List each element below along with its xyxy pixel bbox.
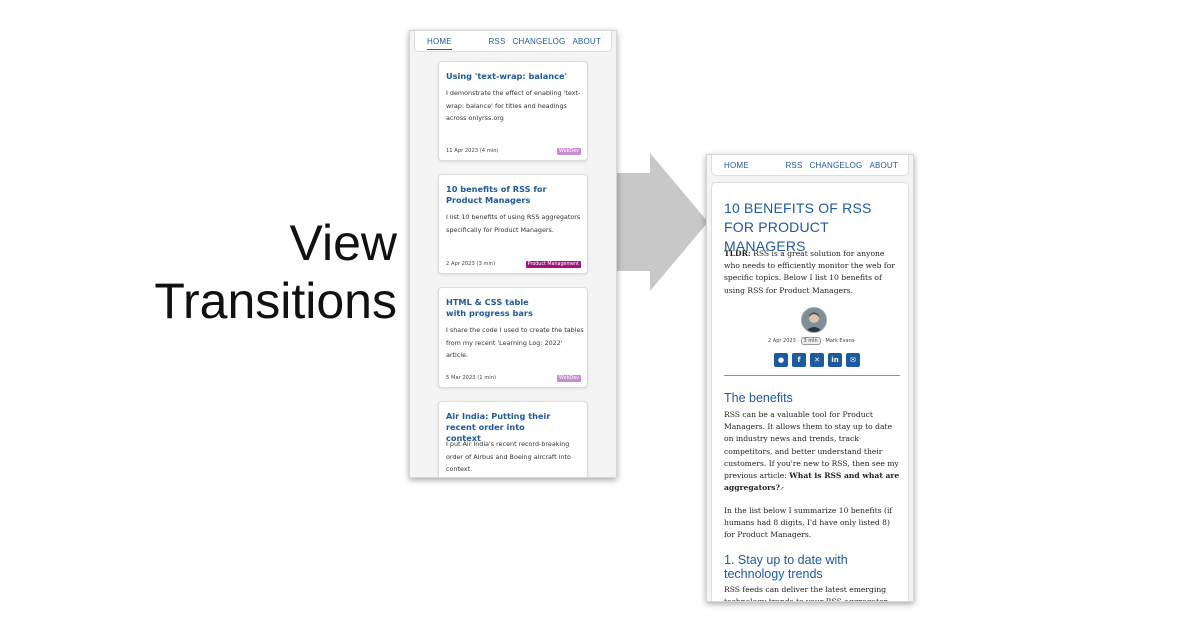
headline-transitions: Transitions <box>154 273 397 329</box>
nav-home-link[interactable]: HOME <box>427 37 452 50</box>
nav-rss-link[interactable]: RSS <box>488 37 505 46</box>
article-card[interactable]: 10 benefits of RSS for Product Managers … <box>438 174 588 274</box>
card-title[interactable]: Using 'text-wrap: balance' <box>446 71 584 82</box>
top-nav: HOME RSS CHANGELOG ABOUT <box>414 31 612 52</box>
reading-time-badge: 3 min <box>800 337 821 345</box>
divider <box>724 375 900 376</box>
card-tag-badge[interactable]: WebDev <box>557 148 581 155</box>
reddit-share-icon[interactable]: ● <box>774 353 788 367</box>
headline-view: View <box>289 215 397 271</box>
article-date: 2 Apr 2023 · <box>768 338 799 344</box>
nav-rss-link[interactable]: RSS <box>785 161 802 170</box>
nav-home-link[interactable]: HOME <box>724 161 749 170</box>
card-description: I demonstrate the effect of enabling 'te… <box>446 89 581 122</box>
card-date: 2 Apr 2023 (3 min) <box>446 261 496 267</box>
heading-stay-up-to-date: 1. Stay up to date with technology trend… <box>724 553 848 581</box>
x-share-icon[interactable]: ✕ <box>810 353 824 367</box>
phone-article-view: HOME RSS CHANGELOG ABOUT 10 BENEFITS OF … <box>706 154 914 602</box>
card-description: I list 10 benefits of using RSS aggregat… <box>446 213 581 234</box>
card-title[interactable]: HTML & CSS table with progress bars <box>446 297 536 319</box>
paragraph-trends: RSS feeds can deliver the latest emergin… <box>724 585 889 602</box>
email-share-icon[interactable]: ✉ <box>846 353 860 367</box>
paragraph-summary: In the list below I summarize 10 benefit… <box>724 506 893 540</box>
author-name[interactable]: · Mark Evans· <box>822 338 856 344</box>
top-nav: HOME RSS CHANGELOG ABOUT <box>711 155 909 176</box>
nav-changelog-link[interactable]: CHANGELOG <box>810 161 863 170</box>
card-description: I share the code I used to create the ta… <box>446 326 584 359</box>
author-avatar <box>801 307 827 333</box>
facebook-share-icon[interactable]: f <box>792 353 806 367</box>
linkedin-share-icon[interactable]: in <box>828 353 842 367</box>
article-meta: 2 Apr 2023 · 3 min · Mark Evans· <box>724 337 900 345</box>
article-card[interactable]: Using 'text-wrap: balance' I demonstrate… <box>438 61 588 161</box>
card-tag-badge[interactable]: WebDev <box>557 375 581 382</box>
nav-changelog-link[interactable]: CHANGELOG <box>513 37 566 46</box>
nav-about-link[interactable]: ABOUT <box>572 37 601 46</box>
external-link-icon: ↗ <box>779 486 785 493</box>
card-date: 11 Apr 2023 (4 min) <box>446 148 499 154</box>
paragraph-intro-text: RSS can be a valuable tool for Product M… <box>724 410 899 481</box>
article-tldr: TLDR: RSS is a great solution for anyone… <box>724 248 900 297</box>
card-description: I put Air India's recent record-breaking… <box>446 440 571 473</box>
phone-home-list: HOME RSS CHANGELOG ABOUT Using 'text-wra… <box>409 30 617 478</box>
heading-the-benefits: The benefits <box>724 391 793 405</box>
nav-about-link[interactable]: ABOUT <box>869 161 898 170</box>
card-date: 5 Mar 2023 (1 min) <box>446 375 497 381</box>
card-title[interactable]: 10 benefits of RSS for Product Managers <box>446 184 584 206</box>
paragraph-intro: RSS can be a valuable tool for Product M… <box>724 409 900 495</box>
card-tag-badge[interactable]: Product Management <box>525 261 581 268</box>
article-panel: 10 BENEFITS OF RSS FOR PRODUCT MANAGERS … <box>711 182 909 602</box>
tldr-label: TLDR: <box>724 249 751 258</box>
article-card[interactable]: Air India: Putting their recent order in… <box>438 401 588 477</box>
article-card[interactable]: HTML & CSS table with progress bars I sh… <box>438 287 588 388</box>
share-buttons: ● f ✕ in ✉ <box>774 353 860 367</box>
